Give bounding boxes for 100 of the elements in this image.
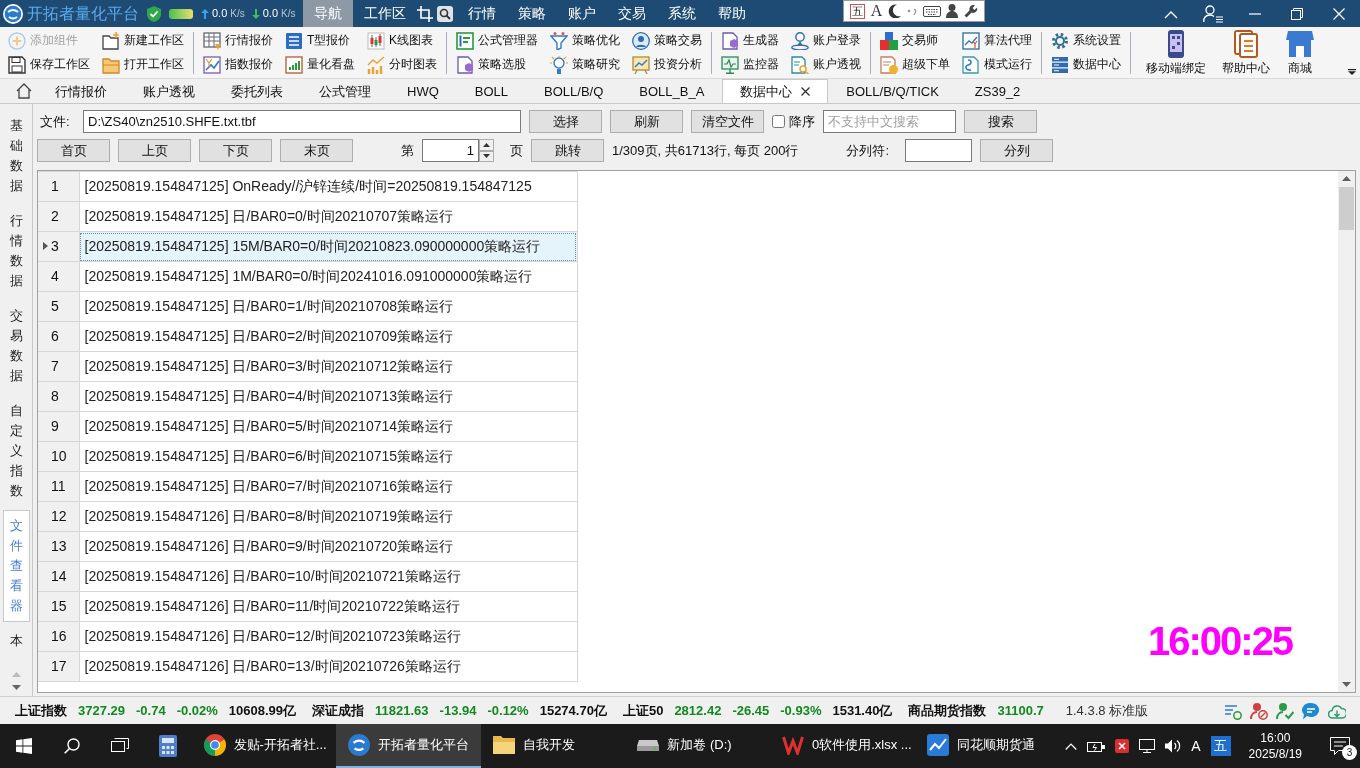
keyboard-icon[interactable] [922,5,941,17]
clock-time[interactable]: 16:00 [1260,729,1291,746]
menu-item[interactable]: 系统 [656,0,707,27]
ribbon-button[interactable]: 行情报价 [201,28,275,53]
punctuation-icon[interactable] [906,7,917,15]
scroll-down-icon[interactable] [11,685,21,690]
menu-item[interactable]: 帮助 [706,0,757,27]
log-text-cell[interactable]: [20250819.154847125] 日/BAR0=1/时间20210708策略运行 [79,291,577,322]
split-button[interactable]: 分列 [980,139,1054,162]
ribbon-button[interactable]: T型报价 [283,28,357,53]
input-mode-indicator[interactable]: A [1191,737,1201,755]
log-text-cell[interactable]: [20250819.154847125] OnReady//沪锌连续/时间=20250819.154847125 [79,171,577,202]
next-page-button[interactable]: 下页 [199,139,272,162]
document-tab[interactable]: BOLL_B_A [621,79,723,103]
ribbon-button[interactable]: 新建工作区 [100,28,186,53]
search-field[interactable]: 不支持中文搜索 [823,110,956,133]
side-tab[interactable]: 行情数据 [3,205,30,297]
ribbon-button[interactable]: 超级下单 [878,52,952,77]
side-tab[interactable]: 自定义指数 [3,395,30,507]
row-header-cell[interactable]: 6 [38,321,79,352]
ribbon-button[interactable]: 分时图表 [365,52,439,77]
ribbon-button[interactable]: 交易师 [878,28,952,53]
row-header-cell[interactable]: 10 [38,441,79,472]
chat-icon[interactable] [1302,701,1320,720]
document-tab[interactable]: BOLL/B/Q [526,79,622,103]
person-blocked-icon[interactable] [1250,701,1268,720]
ribbon-button[interactable]: 策略优化 [548,28,622,53]
descending-checkbox[interactable] [772,115,785,128]
overflow-icon[interactable] [1348,69,1356,75]
ribbon-large-button[interactable]: 商城 [1278,29,1322,76]
alert-icon[interactable] [1115,739,1130,753]
ime-indicator[interactable]: 五 [1210,736,1231,756]
menu-item[interactable]: 账户 [556,0,607,27]
ribbon-button[interactable]: 监控器 [719,52,781,77]
width-toggle[interactable]: A [870,2,883,20]
document-tab[interactable]: 公式管理 [301,79,389,103]
row-header-cell[interactable]: 13 [38,531,79,562]
log-text-cell[interactable]: [20250819.154847126] 日/BAR0=10/时间20210721策略运行 [79,561,577,592]
delimiter-field[interactable] [905,139,973,162]
clear-file-button[interactable]: 清空文件 [691,110,764,133]
select-file-button[interactable]: 选择 [529,110,602,133]
taskbar-app-button[interactable]: 开拓者量化平台 [336,724,481,768]
ribbon-large-button[interactable]: 帮助中心 [1214,29,1278,76]
close-icon[interactable] [801,87,811,96]
ribbon-button[interactable]: 数据中心 [1049,52,1123,77]
ribbon-button[interactable]: 模式运行 [960,52,1034,77]
network-icon[interactable] [1139,739,1156,753]
document-tab[interactable]: HWQ [389,79,457,103]
scrollbar-track[interactable] [1338,171,1355,692]
log-text-cell[interactable]: [20250819.154847125] 日/BAR0=4/时间20210713策略运行 [79,381,577,412]
taskbar-app-button[interactable]: 发贴-开拓者社... [191,724,337,768]
first-page-button[interactable]: 首页 [37,139,110,162]
taskbar-app-button[interactable]: 0软件使用.xlsx ... [770,724,915,768]
menu-item[interactable]: 行情 [456,0,507,27]
speaker-icon[interactable] [1165,739,1182,753]
scrollbar-thumb[interactable] [1339,187,1354,230]
log-text-cell[interactable]: [20250819.154847126] 日/BAR0=11/时间20210722策略运行 [79,591,577,622]
menu-item[interactable]: 策略 [506,0,557,27]
jump-button[interactable]: 跳转 [531,139,604,162]
row-header-cell[interactable]: 1 [38,171,79,202]
row-header-cell[interactable]: 11 [38,471,79,502]
wrench-icon[interactable] [964,4,979,18]
ribbon-button[interactable]: 系统设置 [1049,28,1123,53]
row-header-cell[interactable]: 8 [38,381,79,412]
log-text-cell[interactable]: [20250819.154847125] 日/BAR0=3/时间20210712策略运行 [79,351,577,382]
ribbon-button[interactable]: 生成器 [719,28,781,53]
row-header-cell[interactable]: 5 [38,291,79,322]
log-text-cell[interactable]: [20250819.154847125] 日/BAR0=7/时间20210716策略运行 [79,471,577,502]
moon-icon[interactable] [887,4,901,18]
log-text-cell[interactable]: [20250819.154847126] 日/BAR0=8/时间20210719策略运行 [79,501,577,532]
ribbon-button[interactable]: 账户登录 [789,28,863,53]
row-header-cell[interactable]: 9 [38,411,79,442]
person-icon[interactable] [946,4,959,18]
row-header-cell[interactable]: 12 [38,501,79,532]
log-text-cell[interactable]: [20250819.154847125] 15M/BAR0=0/时间20210823.090000000策略运行 [79,231,577,262]
spin-up-button[interactable] [479,139,494,151]
battery-icon[interactable] [1087,740,1106,752]
document-tab[interactable]: 数据中心 [722,79,829,103]
taskbar-app-button[interactable]: 新加卷 (D:) [625,724,770,768]
log-text-cell[interactable]: [20250819.154847125] 日/BAR0=5/时间20210714策略运行 [79,411,577,442]
log-text-cell[interactable]: [20250819.154847126] 日/BAR0=12/时间20210723策略运行 [79,621,577,652]
ribbon-button[interactable]: 指数报价 [201,52,275,77]
document-tab[interactable]: 行情报价 [37,79,125,103]
row-header-cell[interactable]: 7 [38,351,79,382]
log-text-cell[interactable]: [20250819.154847126] 日/BAR0=13/时间20210726策略运行 [79,651,577,682]
side-tab[interactable]: 本 [3,625,30,657]
chevron-up-icon[interactable] [1065,742,1078,750]
row-header-cell[interactable]: 15 [38,591,79,622]
ribbon-button[interactable]: 打开工作区 [100,52,186,77]
page-number-field[interactable]: 1 [422,139,479,162]
ribbon-button[interactable]: 策略交易 [630,28,704,53]
document-tab[interactable]: ZS39_2 [956,79,1039,103]
person-check-icon[interactable] [1276,701,1294,720]
ribbon-button[interactable]: 保存工作区 [6,52,92,77]
last-page-button[interactable]: 末页 [280,139,353,162]
refresh-button[interactable]: 刷新 [610,110,683,133]
log-text-cell[interactable]: [20250819.154847125] 日/BAR0=2/时间20210709策略运行 [79,321,577,352]
log-text-cell[interactable]: [20250819.154847125] 日/BAR0=0/时间20210707策略运行 [79,201,577,232]
row-header-cell[interactable]: 17 [38,651,79,682]
ribbon-button[interactable]: K线图表 [365,28,439,53]
